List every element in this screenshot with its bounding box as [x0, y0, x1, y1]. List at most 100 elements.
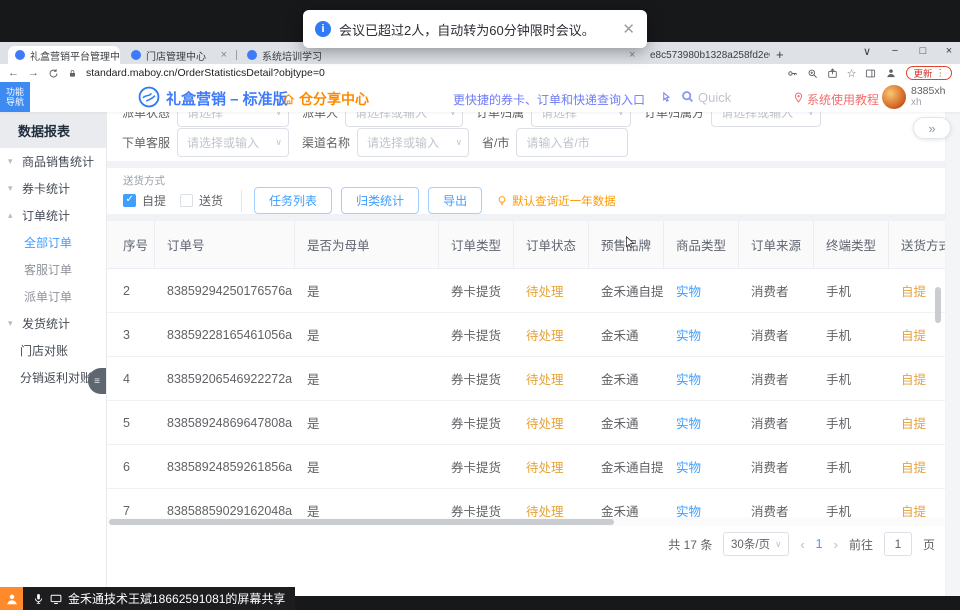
sidebar-item-all-orders[interactable]: 全部订单: [0, 229, 106, 256]
order-owner-select[interactable]: [531, 112, 631, 127]
site-favicon: [247, 50, 257, 60]
dispatcher-select[interactable]: [345, 112, 463, 127]
share-center-link[interactable]: 仓分享中心: [282, 89, 369, 109]
table-cell: 83858924869647808a: [155, 416, 295, 430]
task-list-button[interactable]: 任务列表: [254, 187, 332, 214]
sidebar-item-shipping-stats[interactable]: ▾发货统计: [0, 310, 106, 337]
filter-order-owner: 订单归属 ∨: [476, 112, 631, 127]
maximize-button[interactable]: □: [914, 45, 932, 57]
sidebar-item-store-reconcile[interactable]: 门店对账: [0, 337, 106, 364]
chrome-update-button[interactable]: 更新⋮: [906, 66, 952, 80]
vertical-scrollbar-thumb[interactable]: [935, 287, 941, 323]
sidebar-item-product-sales[interactable]: ▾商品销售统计: [0, 148, 106, 175]
browser-tab-1[interactable]: 礼盒营销平台管理中心 ×: [8, 46, 120, 64]
browser-tab-3[interactable]: 系统培训学习: [240, 46, 348, 64]
table-header-row: 序号订单号是否为母单订单类型订单状态预售品牌商品类型订单来源终端类型送货方式: [107, 221, 945, 269]
sidebar-item-card-stats[interactable]: ▾券卡统计: [0, 175, 106, 202]
reload-button[interactable]: [48, 68, 59, 79]
product-type-link[interactable]: 实物: [664, 281, 739, 300]
checkbox-checked-icon[interactable]: [123, 194, 136, 207]
tab-search-icon[interactable]: ∨: [858, 45, 876, 58]
table-cell: 83859294250176576a: [155, 284, 295, 298]
category-stats-button[interactable]: 归类统计: [341, 187, 419, 214]
scrollbar-thumb[interactable]: [109, 519, 614, 525]
filter-row: 下单客服 ∨ 渠道名称 ∨ 省/市: [122, 128, 628, 157]
goto-page-input[interactable]: [884, 532, 912, 556]
next-page-button[interactable]: ›: [834, 537, 838, 552]
tab-close-icon[interactable]: ×: [629, 49, 635, 61]
orders-table-panel: 序号订单号是否为母单订单类型订单状态预售品牌商品类型订单来源终端类型送货方式 2…: [107, 221, 945, 596]
hidden-tab-close[interactable]: ×: [622, 46, 636, 64]
profile-icon[interactable]: [885, 67, 897, 79]
dispatch-status-select[interactable]: [177, 112, 289, 127]
table-cell: 是: [295, 281, 439, 300]
brand-logo-icon: [138, 86, 160, 113]
filter-cs-agent: 下单客服 ∨: [122, 128, 289, 157]
forward-button[interactable]: →: [28, 67, 39, 79]
microphone-icon: [33, 592, 44, 605]
sidebar-title: 数据报表: [0, 112, 106, 148]
table-cell: 待处理: [514, 369, 589, 388]
sidebar-item-cs-orders[interactable]: 客服订单: [0, 256, 106, 283]
table-cell: 消费者: [739, 281, 814, 300]
table-row: 483859206546922272a是券卡提货待处理金禾通实物消费者手机自提: [107, 357, 945, 401]
browser-tab-4[interactable]: e8c573980b1328a258fd2e6i8 ×: [638, 46, 770, 64]
current-page[interactable]: 1: [816, 537, 823, 551]
column-header: 订单号: [155, 221, 295, 268]
table-cell: 消费者: [739, 457, 814, 476]
table-cell: 金禾通: [589, 325, 664, 344]
table-cell: 手机: [814, 457, 889, 476]
user-avatar[interactable]: [882, 85, 906, 109]
product-type-link[interactable]: 实物: [664, 369, 739, 388]
prev-page-button[interactable]: ‹: [800, 537, 804, 552]
tab-close-icon[interactable]: ×: [221, 49, 227, 61]
expand-filters-button[interactable]: »: [913, 117, 951, 139]
window-close-button[interactable]: ×: [940, 45, 958, 57]
order-owner-party-select[interactable]: [711, 112, 821, 127]
checkbox-delivery[interactable]: 送货: [180, 192, 223, 209]
bookmark-star-icon[interactable]: ☆: [847, 67, 857, 80]
share-icon[interactable]: [827, 68, 838, 79]
table-body: 283859294250176576a是券卡提货待处理金禾通自提实物消费者手机自…: [107, 269, 945, 527]
table-cell: 3: [107, 328, 155, 342]
cs-agent-select[interactable]: [177, 128, 289, 157]
tutorial-link[interactable]: 系统使用教程: [807, 91, 879, 108]
key-icon[interactable]: [787, 68, 798, 79]
function-nav-button[interactable]: 功能导航: [0, 82, 30, 112]
column-header: 商品类型: [664, 221, 739, 268]
app-header: 功能导航 礼盒营销 – 标准版 仓分享中心 更快捷的券卡、订单和快递查询入口 Q…: [0, 82, 960, 112]
minimize-button[interactable]: −: [886, 45, 904, 57]
channel-name-select[interactable]: [357, 128, 469, 157]
zoom-icon[interactable]: [807, 68, 818, 79]
table-cell: 自提: [889, 369, 945, 388]
page-size-select[interactable]: 30条/页∨: [723, 532, 789, 556]
checkbox-self-pickup[interactable]: 自提: [123, 192, 166, 209]
table-cell: 金禾通自提: [589, 281, 664, 300]
new-tab-button[interactable]: +: [776, 47, 784, 62]
filter-dispatch-status: 派单状态 ∨: [122, 112, 289, 127]
pagination: 共 17 条 30条/页∨ ‹ 1 › 前往 页: [668, 531, 935, 557]
quick-search-icon[interactable]: [681, 90, 694, 108]
address-bar[interactable]: standard.maboy.cn/OrderStatisticsDetail?…: [86, 67, 778, 79]
column-header: 终端类型: [814, 221, 889, 268]
quick-label[interactable]: Quick: [698, 90, 731, 105]
padlock-icon[interactable]: [68, 69, 77, 78]
sidebar-item-order-stats[interactable]: ▴订单统计: [0, 202, 106, 229]
filter-row-clipped: 派单状态 ∨ 派单人 ∨ 订单归属 ∨ 订单归属方 ∨: [122, 112, 821, 127]
sidebar-item-dispatch-orders[interactable]: 派单订单: [0, 283, 106, 310]
toast-close-icon[interactable]: ✕: [622, 20, 635, 38]
province-city-input[interactable]: [516, 128, 628, 157]
product-type-link[interactable]: 实物: [664, 413, 739, 432]
export-button[interactable]: 导出: [428, 187, 482, 214]
product-type-link[interactable]: 实物: [664, 325, 739, 344]
back-button[interactable]: ←: [8, 67, 19, 79]
side-panel-icon[interactable]: [865, 68, 876, 79]
checkbox-unchecked-icon[interactable]: [180, 194, 193, 207]
table-cell: 消费者: [739, 413, 814, 432]
browser-tab-2[interactable]: 门店管理中心 ×: [124, 46, 234, 64]
page-scrollbar-track[interactable]: [946, 112, 960, 596]
horizontal-scrollbar[interactable]: [107, 517, 945, 526]
table-cell: 83859206546922272a: [155, 372, 295, 386]
column-header: 是否为母单: [295, 221, 439, 268]
product-type-link[interactable]: 实物: [664, 457, 739, 476]
